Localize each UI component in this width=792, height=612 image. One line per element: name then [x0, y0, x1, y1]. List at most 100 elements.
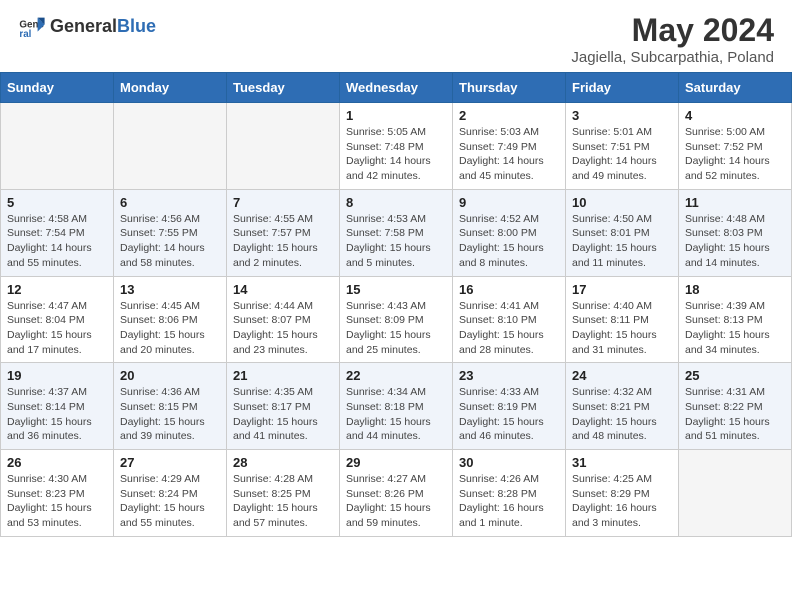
day-info: Sunrise: 4:28 AM Sunset: 8:25 PM Dayligh…	[233, 472, 333, 531]
calendar-day-cell: 31Sunrise: 4:25 AM Sunset: 8:29 PM Dayli…	[566, 450, 679, 537]
calendar-week-row: 5 Sunrise: 4:58 AM Sunset: 7:54 PM Daylig…	[1, 189, 792, 276]
day-info: Sunrise: 4:32 AM Sunset: 8:21 PM Dayligh…	[572, 385, 672, 444]
day-info: Sunrise: 4:47 AM Sunset: 8:04 PM Dayligh…	[7, 299, 107, 358]
day-info: Sunrise: 4:39 AM Sunset: 8:13 PM Dayligh…	[685, 299, 785, 358]
day-info: Sunrise: 4:50 AM Sunset: 8:01 PM Dayligh…	[572, 212, 672, 271]
logo-general-text: General	[50, 16, 117, 37]
calendar-week-row: 19 Sunrise: 4:37 AM Sunset: 8:14 PM Dayli…	[1, 363, 792, 450]
logo-icon: Gene ral	[18, 12, 46, 40]
calendar-day-cell: 26 Sunrise: 4:30 AM Sunset: 8:23 PM Dayli…	[1, 450, 114, 537]
day-number: 13	[120, 282, 220, 297]
day-of-week-header: Saturday	[679, 73, 792, 103]
calendar-day-cell: 21 Sunrise: 4:35 AM Sunset: 8:17 PM Dayli…	[227, 363, 340, 450]
title-block: May 2024 Jagiella, Subcarpathia, Poland	[571, 12, 774, 66]
calendar-day-cell: 17 Sunrise: 4:40 AM Sunset: 8:11 PM Dayli…	[566, 276, 679, 363]
day-number: 15	[346, 282, 446, 297]
calendar-day-cell: 9 Sunrise: 4:52 AM Sunset: 8:00 PM Daylig…	[453, 189, 566, 276]
calendar-day-cell: 7 Sunrise: 4:55 AM Sunset: 7:57 PM Daylig…	[227, 189, 340, 276]
calendar-day-cell: 15 Sunrise: 4:43 AM Sunset: 8:09 PM Dayli…	[340, 276, 453, 363]
day-number: 16	[459, 282, 559, 297]
calendar-day-cell: 5 Sunrise: 4:58 AM Sunset: 7:54 PM Daylig…	[1, 189, 114, 276]
day-info: Sunrise: 4:30 AM Sunset: 8:23 PM Dayligh…	[7, 472, 107, 531]
logo: Gene ral GeneralBlue	[18, 12, 156, 40]
logo-blue-text: Blue	[117, 16, 156, 37]
day-number: 10	[572, 195, 672, 210]
calendar-day-cell: 30 Sunrise: 4:26 AM Sunset: 8:28 PM Dayli…	[453, 450, 566, 537]
day-number: 2	[459, 108, 559, 123]
calendar-day-cell: 18 Sunrise: 4:39 AM Sunset: 8:13 PM Dayli…	[679, 276, 792, 363]
day-number: 21	[233, 368, 333, 383]
day-info: Sunrise: 4:35 AM Sunset: 8:17 PM Dayligh…	[233, 385, 333, 444]
calendar-day-cell: 4 Sunrise: 5:00 AM Sunset: 7:52 PM Daylig…	[679, 103, 792, 190]
calendar-day-cell: 10 Sunrise: 4:50 AM Sunset: 8:01 PM Dayli…	[566, 189, 679, 276]
day-number: 19	[7, 368, 107, 383]
calendar-header-row: SundayMondayTuesdayWednesdayThursdayFrid…	[1, 73, 792, 103]
day-number: 18	[685, 282, 785, 297]
day-number: 7	[233, 195, 333, 210]
day-number: 30	[459, 455, 559, 470]
calendar-day-cell: 12 Sunrise: 4:47 AM Sunset: 8:04 PM Dayli…	[1, 276, 114, 363]
calendar-day-cell: 22Sunrise: 4:34 AM Sunset: 8:18 PM Dayli…	[340, 363, 453, 450]
calendar-day-cell: 25Sunrise: 4:31 AM Sunset: 8:22 PM Dayli…	[679, 363, 792, 450]
day-number: 1	[346, 108, 446, 123]
calendar-day-cell: 20 Sunrise: 4:36 AM Sunset: 8:15 PM Dayli…	[114, 363, 227, 450]
calendar-day-cell: 3Sunrise: 5:01 AM Sunset: 7:51 PM Daylig…	[566, 103, 679, 190]
day-number: 9	[459, 195, 559, 210]
calendar-day-cell: 8Sunrise: 4:53 AM Sunset: 7:58 PM Daylig…	[340, 189, 453, 276]
day-info: Sunrise: 4:41 AM Sunset: 8:10 PM Dayligh…	[459, 299, 559, 358]
calendar-day-cell: 2 Sunrise: 5:03 AM Sunset: 7:49 PM Daylig…	[453, 103, 566, 190]
day-info: Sunrise: 4:55 AM Sunset: 7:57 PM Dayligh…	[233, 212, 333, 271]
calendar-week-row: 12 Sunrise: 4:47 AM Sunset: 8:04 PM Dayli…	[1, 276, 792, 363]
month-title: May 2024	[571, 12, 774, 49]
location-title: Jagiella, Subcarpathia, Poland	[571, 49, 774, 66]
day-number: 17	[572, 282, 672, 297]
day-info: Sunrise: 4:40 AM Sunset: 8:11 PM Dayligh…	[572, 299, 672, 358]
day-of-week-header: Thursday	[453, 73, 566, 103]
day-of-week-header: Wednesday	[340, 73, 453, 103]
day-number: 22	[346, 368, 446, 383]
day-info: Sunrise: 5:03 AM Sunset: 7:49 PM Dayligh…	[459, 125, 559, 184]
day-number: 24	[572, 368, 672, 383]
calendar-empty-cell	[114, 103, 227, 190]
day-info: Sunrise: 4:43 AM Sunset: 8:09 PM Dayligh…	[346, 299, 446, 358]
day-of-week-header: Friday	[566, 73, 679, 103]
calendar-day-cell: 1Sunrise: 5:05 AM Sunset: 7:48 PM Daylig…	[340, 103, 453, 190]
day-info: Sunrise: 4:56 AM Sunset: 7:55 PM Dayligh…	[120, 212, 220, 271]
calendar-day-cell: 14 Sunrise: 4:44 AM Sunset: 8:07 PM Dayli…	[227, 276, 340, 363]
day-number: 31	[572, 455, 672, 470]
day-info: Sunrise: 4:37 AM Sunset: 8:14 PM Dayligh…	[7, 385, 107, 444]
day-number: 11	[685, 195, 785, 210]
calendar-empty-cell	[679, 450, 792, 537]
day-info: Sunrise: 4:36 AM Sunset: 8:15 PM Dayligh…	[120, 385, 220, 444]
day-number: 29	[346, 455, 446, 470]
calendar-week-row: 1Sunrise: 5:05 AM Sunset: 7:48 PM Daylig…	[1, 103, 792, 190]
calendar-day-cell: 24 Sunrise: 4:32 AM Sunset: 8:21 PM Dayli…	[566, 363, 679, 450]
day-info: Sunrise: 4:58 AM Sunset: 7:54 PM Dayligh…	[7, 212, 107, 271]
day-number: 14	[233, 282, 333, 297]
svg-text:ral: ral	[19, 29, 31, 40]
day-number: 23	[459, 368, 559, 383]
calendar-day-cell: 27Sunrise: 4:29 AM Sunset: 8:24 PM Dayli…	[114, 450, 227, 537]
calendar-day-cell: 23 Sunrise: 4:33 AM Sunset: 8:19 PM Dayli…	[453, 363, 566, 450]
day-number: 4	[685, 108, 785, 123]
day-of-week-header: Sunday	[1, 73, 114, 103]
day-info: Sunrise: 4:44 AM Sunset: 8:07 PM Dayligh…	[233, 299, 333, 358]
calendar-day-cell: 28Sunrise: 4:28 AM Sunset: 8:25 PM Dayli…	[227, 450, 340, 537]
day-number: 20	[120, 368, 220, 383]
day-number: 8	[346, 195, 446, 210]
day-info: Sunrise: 5:00 AM Sunset: 7:52 PM Dayligh…	[685, 125, 785, 184]
page-header: Gene ral GeneralBlue May 2024 Jagiella, …	[0, 0, 792, 72]
day-number: 5	[7, 195, 107, 210]
calendar-table: SundayMondayTuesdayWednesdayThursdayFrid…	[0, 72, 792, 537]
day-number: 26	[7, 455, 107, 470]
day-info: Sunrise: 4:52 AM Sunset: 8:00 PM Dayligh…	[459, 212, 559, 271]
day-info: Sunrise: 4:33 AM Sunset: 8:19 PM Dayligh…	[459, 385, 559, 444]
calendar-day-cell: 29 Sunrise: 4:27 AM Sunset: 8:26 PM Dayli…	[340, 450, 453, 537]
calendar-day-cell: 16 Sunrise: 4:41 AM Sunset: 8:10 PM Dayli…	[453, 276, 566, 363]
day-number: 12	[7, 282, 107, 297]
day-info: Sunrise: 4:27 AM Sunset: 8:26 PM Dayligh…	[346, 472, 446, 531]
calendar-week-row: 26 Sunrise: 4:30 AM Sunset: 8:23 PM Dayli…	[1, 450, 792, 537]
day-of-week-header: Tuesday	[227, 73, 340, 103]
day-info: Sunrise: 4:26 AM Sunset: 8:28 PM Dayligh…	[459, 472, 559, 531]
day-info: Sunrise: 4:29 AM Sunset: 8:24 PM Dayligh…	[120, 472, 220, 531]
